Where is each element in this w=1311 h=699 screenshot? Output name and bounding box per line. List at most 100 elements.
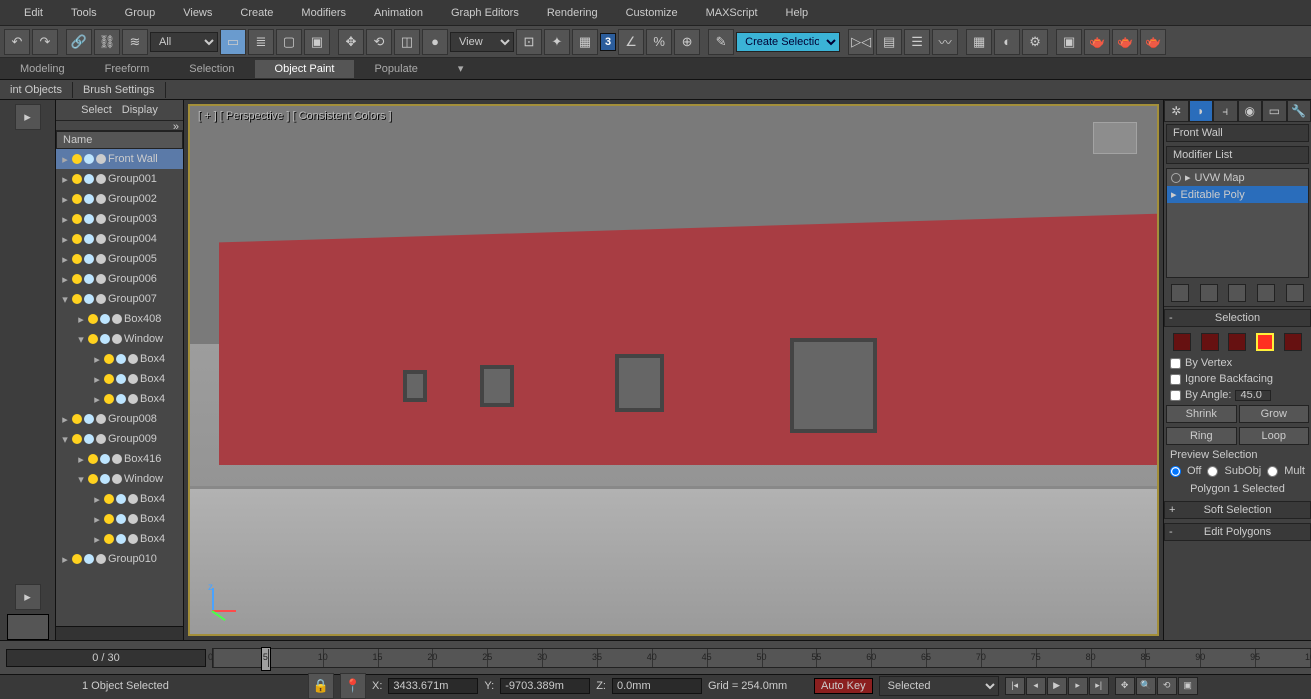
render-iterative-button[interactable]: 🫖 bbox=[1112, 29, 1138, 55]
menu-views[interactable]: Views bbox=[169, 3, 226, 23]
explorer-name-header[interactable]: Name bbox=[56, 131, 183, 149]
scale-button[interactable]: ◫ bbox=[394, 29, 420, 55]
menu-rendering[interactable]: Rendering bbox=[533, 3, 612, 23]
visibility-icon[interactable] bbox=[88, 454, 98, 464]
visibility-icon[interactable] bbox=[72, 214, 82, 224]
schematic-view-button[interactable]: ▦ bbox=[966, 29, 992, 55]
freeze-icon[interactable] bbox=[84, 174, 94, 184]
tab-freeform[interactable]: Freeform bbox=[85, 60, 170, 78]
tab-populate[interactable]: Populate bbox=[354, 60, 437, 78]
render-frame-button[interactable]: ▣ bbox=[1056, 29, 1082, 55]
render-setup-button[interactable]: ⚙ bbox=[1022, 29, 1048, 55]
element-level-icon[interactable] bbox=[1284, 333, 1302, 351]
freeze-icon[interactable] bbox=[100, 314, 110, 324]
rect-region-button[interactable]: ▢ bbox=[276, 29, 302, 55]
freeze-icon[interactable] bbox=[116, 514, 126, 524]
tree-item[interactable]: ▸Group008 bbox=[56, 409, 183, 429]
polygon-level-icon[interactable] bbox=[1256, 333, 1274, 351]
placement-button[interactable]: ● bbox=[422, 29, 448, 55]
visibility-icon[interactable] bbox=[72, 234, 82, 244]
viewcube[interactable] bbox=[1093, 122, 1137, 154]
edge-level-icon[interactable] bbox=[1201, 333, 1219, 351]
tree-item[interactable]: ▾Window bbox=[56, 329, 183, 349]
loop-button[interactable]: Loop bbox=[1239, 427, 1310, 445]
window-crossing-button[interactable]: ▣ bbox=[304, 29, 330, 55]
visibility-icon[interactable] bbox=[72, 154, 82, 164]
tree-item[interactable]: ▾Window bbox=[56, 469, 183, 489]
visibility-icon[interactable] bbox=[104, 394, 114, 404]
align-button[interactable]: ▤ bbox=[876, 29, 902, 55]
explorer-tree[interactable]: ▸Front Wall▸Group001▸Group002▸Group003▸G… bbox=[56, 149, 183, 626]
tree-item[interactable]: ▸Box4 bbox=[56, 369, 183, 389]
freeze-icon[interactable] bbox=[84, 294, 94, 304]
freeze-icon[interactable] bbox=[116, 394, 126, 404]
percent-snap-button[interactable]: % bbox=[646, 29, 672, 55]
select-by-name-button[interactable]: ≣ bbox=[248, 29, 274, 55]
redo-button[interactable]: ↷ bbox=[32, 29, 58, 55]
ring-button[interactable]: Ring bbox=[1166, 427, 1237, 445]
tree-item[interactable]: ▸Box416 bbox=[56, 449, 183, 469]
menu-tools[interactable]: Tools bbox=[57, 3, 111, 23]
visibility-icon[interactable] bbox=[104, 354, 114, 364]
freeze-icon[interactable] bbox=[116, 374, 126, 384]
modifier-stack[interactable]: ▸UVW Map ▸Editable Poly bbox=[1166, 168, 1309, 278]
bind-spacewarp-button[interactable]: ≋ bbox=[122, 29, 148, 55]
named-selection-dropdown[interactable]: Create Selection Se bbox=[736, 32, 840, 52]
viewport-label[interactable]: [ + ] [ Perspective ] [ Consistent Color… bbox=[198, 110, 392, 122]
tree-item[interactable]: ▸Box4 bbox=[56, 529, 183, 549]
freeze-icon[interactable] bbox=[84, 434, 94, 444]
frame-indicator[interactable]: 0 / 30 bbox=[6, 649, 206, 667]
menu-help[interactable]: Help bbox=[772, 3, 823, 23]
tree-item[interactable]: ▸Box4 bbox=[56, 349, 183, 369]
edit-named-sel-button[interactable]: ✎ bbox=[708, 29, 734, 55]
ribbon-expand-icon[interactable]: ▾ bbox=[438, 59, 484, 78]
freeze-icon[interactable] bbox=[84, 194, 94, 204]
tree-item[interactable]: ▸Group004 bbox=[56, 229, 183, 249]
by-angle-value[interactable] bbox=[1235, 390, 1271, 401]
x-coord-field[interactable]: 3433.671m bbox=[388, 678, 478, 694]
paint-objects-panel[interactable]: int Objects bbox=[0, 82, 73, 98]
configure-sets-button[interactable] bbox=[1286, 284, 1304, 302]
tree-item[interactable]: ▸Box4 bbox=[56, 489, 183, 509]
manipulate-button[interactable]: ✦ bbox=[544, 29, 570, 55]
layers-button[interactable]: ☰ bbox=[904, 29, 930, 55]
modifier-list-dropdown[interactable]: Modifier List bbox=[1166, 146, 1309, 164]
edit-polygons-rollout[interactable]: -Edit Polygons bbox=[1164, 523, 1311, 541]
explorer-select-menu[interactable]: Select bbox=[81, 104, 112, 116]
visibility-icon[interactable] bbox=[72, 254, 82, 264]
freeze-icon[interactable] bbox=[84, 154, 94, 164]
tree-item[interactable]: ▸Box4 bbox=[56, 389, 183, 409]
visibility-icon[interactable] bbox=[72, 414, 82, 424]
tree-item[interactable]: ▾Group009 bbox=[56, 429, 183, 449]
explorer-scrollbar[interactable] bbox=[56, 626, 183, 640]
explorer-nav-button[interactable]: ▸ bbox=[15, 584, 41, 610]
modifier-uvwmap[interactable]: ▸UVW Map bbox=[1167, 169, 1308, 186]
auto-key-button[interactable]: Auto Key bbox=[814, 678, 873, 694]
tree-item[interactable]: ▸Group003 bbox=[56, 209, 183, 229]
y-coord-field[interactable]: -9703.389m bbox=[500, 678, 590, 694]
visibility-icon[interactable] bbox=[88, 334, 98, 344]
modifier-editable-poly[interactable]: ▸Editable Poly bbox=[1167, 186, 1308, 203]
visibility-icon[interactable] bbox=[104, 494, 114, 504]
tree-item[interactable]: ▸Group010 bbox=[56, 549, 183, 569]
visibility-icon[interactable] bbox=[104, 514, 114, 524]
preview-off-radio[interactable] bbox=[1170, 466, 1181, 477]
z-coord-field[interactable]: 0.0mm bbox=[612, 678, 702, 694]
pivot-center-button[interactable]: ⊡ bbox=[516, 29, 542, 55]
by-angle-checkbox[interactable] bbox=[1170, 390, 1181, 401]
render-last-button[interactable]: 🫖 bbox=[1140, 29, 1166, 55]
undo-button[interactable]: ↶ bbox=[4, 29, 30, 55]
preview-subobj-radio[interactable] bbox=[1207, 466, 1218, 477]
ref-coord-dropdown[interactable]: View bbox=[450, 32, 514, 52]
curve-editor-button[interactable]: 〰 bbox=[932, 29, 958, 55]
modify-tab-icon[interactable]: ◗ bbox=[1189, 100, 1214, 122]
selection-rollout[interactable]: -Selection bbox=[1164, 309, 1311, 327]
freeze-icon[interactable] bbox=[84, 234, 94, 244]
menu-create[interactable]: Create bbox=[226, 3, 287, 23]
menu-edit[interactable]: Edit bbox=[10, 3, 57, 23]
angle-snap-button[interactable]: ∠ bbox=[618, 29, 644, 55]
freeze-icon[interactable] bbox=[100, 454, 110, 464]
isolate-selection-icon[interactable]: 📍 bbox=[340, 673, 366, 699]
tree-item[interactable]: ▸Group002 bbox=[56, 189, 183, 209]
soft-selection-rollout[interactable]: +Soft Selection bbox=[1164, 501, 1311, 519]
